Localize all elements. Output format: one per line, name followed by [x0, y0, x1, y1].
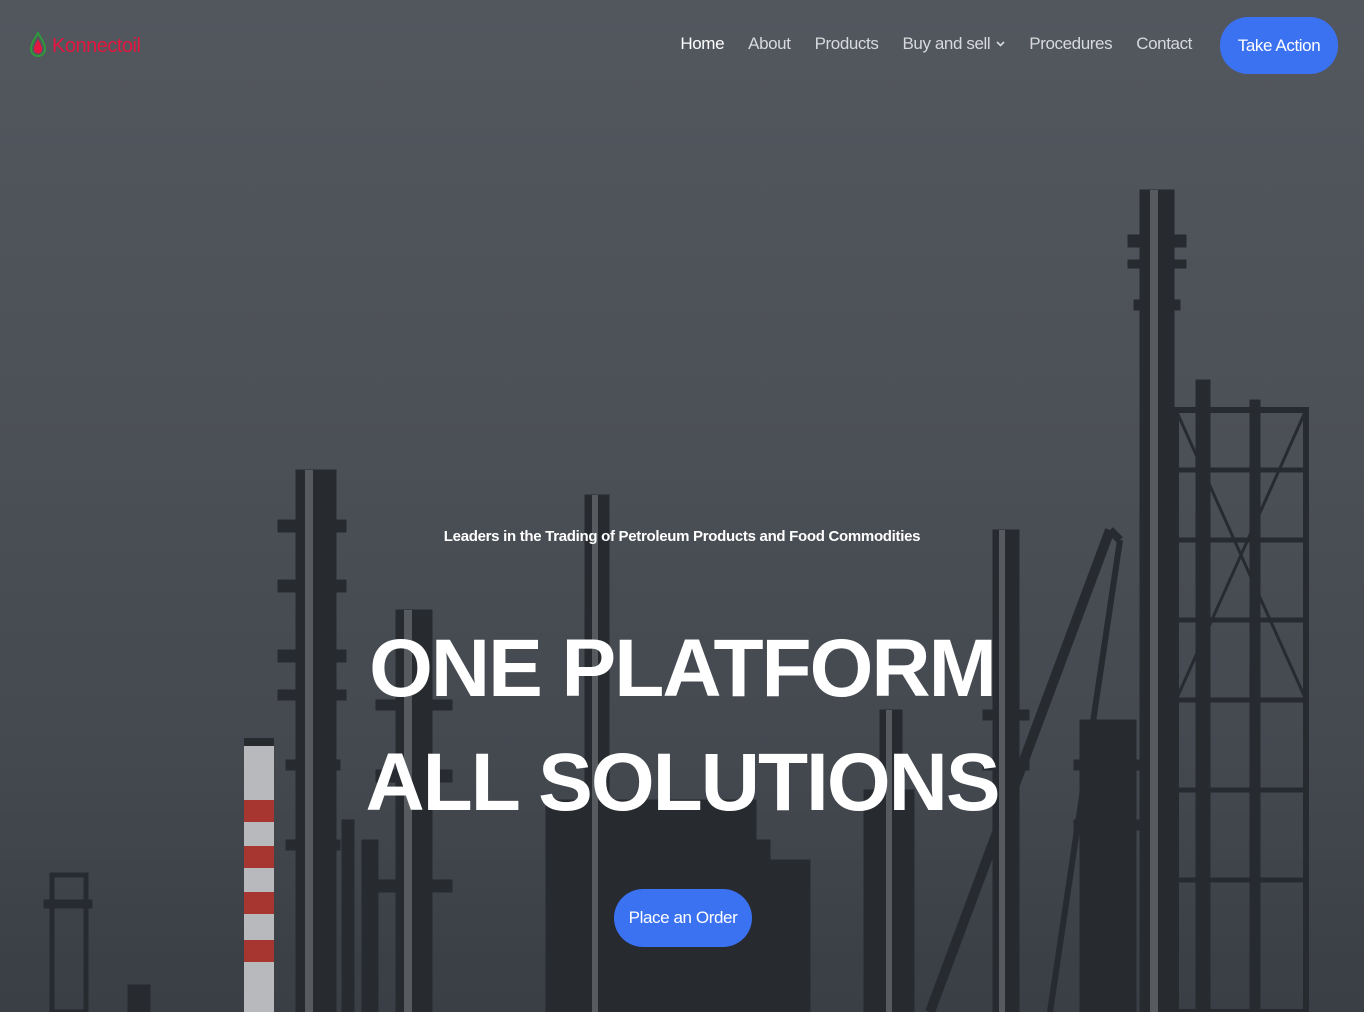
oil-drop-logo-icon: [29, 31, 47, 57]
take-action-button[interactable]: Take Action: [1220, 17, 1338, 74]
nav-home[interactable]: Home: [680, 34, 724, 54]
brand-logo[interactable]: Konnectoil: [28, 30, 141, 62]
place-order-button[interactable]: Place an Order: [614, 889, 752, 947]
main-nav: Home About Products Buy and sell Procedu…: [680, 34, 1192, 54]
nav-about[interactable]: About: [748, 34, 791, 54]
brand-name: Konnectoil: [52, 34, 141, 57]
hero-headline: ONE PLATFORM ALL SOLUTIONS: [365, 623, 1000, 828]
nav-buy-and-sell-label: Buy and sell: [902, 34, 991, 53]
chevron-down-icon: [996, 41, 1005, 47]
nav-contact[interactable]: Contact: [1136, 34, 1192, 54]
hero-overlay: [0, 0, 1364, 1012]
nav-products[interactable]: Products: [815, 34, 879, 54]
nav-procedures[interactable]: Procedures: [1029, 34, 1112, 54]
hero-tagline: Leaders in the Trading of Petroleum Prod…: [443, 528, 921, 545]
nav-buy-and-sell[interactable]: Buy and sell: [902, 34, 1005, 54]
